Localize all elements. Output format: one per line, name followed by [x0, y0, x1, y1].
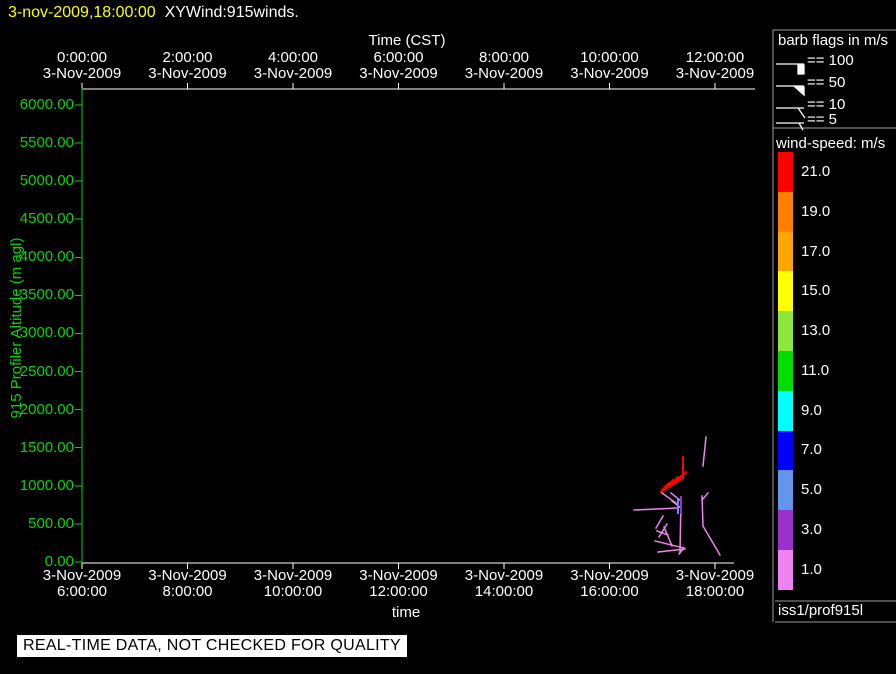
- left-axis-tick: 2000.00: [19, 401, 74, 418]
- colorbar-value: 17.0: [801, 243, 831, 260]
- colorbar-value: 1.0: [801, 561, 822, 578]
- wind-barb-segment: [654, 514, 665, 530]
- data-source-label: iss1/prof915l: [778, 602, 864, 619]
- colorbar-value: 21.0: [801, 163, 831, 180]
- top-axis-tick: 2:00:00 3-Nov-2009: [148, 49, 227, 82]
- barb-legend-label: == 5: [807, 111, 838, 128]
- bottom-axis-tick: 3-Nov-2009 18:00:00: [675, 567, 755, 600]
- colorbar-segment: [778, 510, 793, 550]
- pennant-100-icon: [776, 63, 805, 75]
- top-axis-label: Time (CST): [368, 32, 446, 49]
- colorbar-value: 7.0: [801, 441, 822, 458]
- colorbar-segment: [778, 390, 793, 431]
- wind-barb-segment: [701, 495, 722, 557]
- left-axis-tick: 5500.00: [19, 134, 74, 151]
- top-axis-tick: 8:00:00 3-Nov-2009: [464, 49, 544, 82]
- pennant-50-icon: [776, 85, 805, 97]
- title-bar: 3-nov-2009,18:00:00 XYWind:915winds.: [8, 4, 299, 22]
- left-axis-tick: 500.00: [28, 515, 74, 532]
- left-axis-tick: 2500.00: [19, 363, 74, 380]
- colorbar-title: wind-speed: m/s: [776, 135, 886, 152]
- barb-5-icon: [776, 122, 804, 131]
- colorbar-value: 11.0: [801, 362, 830, 379]
- barb-legend-title: barb flags in m/s: [778, 32, 889, 49]
- colorbar-segment: [778, 231, 793, 272]
- top-axis-tick: 12:00:00 3-Nov-2009: [675, 49, 755, 82]
- barb-10-icon: [776, 107, 806, 119]
- left-axis-tick: 6000.00: [19, 96, 74, 113]
- colorbar-segment: [778, 271, 793, 312]
- altitude-axis: [75, 88, 83, 563]
- colorbar-value: 19.0: [801, 203, 831, 220]
- bottom-axis-tick: 3-Nov-2009 14:00:00: [464, 567, 544, 600]
- colorbar-value: 3.0: [801, 521, 822, 538]
- colorbar-segment: [778, 350, 793, 391]
- wind-barb-segment: [670, 499, 683, 510]
- bottom-axis-tick: 3-Nov-2009 10:00:00: [253, 567, 333, 600]
- wind-barb-segment: [633, 507, 678, 511]
- colorbar-value: 13.0: [801, 322, 831, 339]
- time-axes: [81, 83, 755, 569]
- bottom-axis-tick: 3-Nov-2009 6:00:00: [42, 567, 122, 600]
- wind-barbs-1.0: [633, 436, 722, 557]
- colorbar-segment: [778, 470, 793, 511]
- colorbar-segment: [778, 311, 793, 351]
- wind-barb-segment: [702, 436, 707, 467]
- bottom-axis-tick: 3-Nov-2009 16:00:00: [570, 567, 649, 600]
- wind-barb-segment: [700, 491, 710, 502]
- xywind-window: 3-nov-2009,18:00:00 XYWind:915winds. Tim…: [0, 0, 896, 674]
- top-axis-tick: 4:00:00 3-Nov-2009: [253, 49, 333, 82]
- top-axis-tick: 6:00:00 3-Nov-2009: [359, 49, 438, 82]
- bottom-axis-label: time: [391, 604, 421, 621]
- barb-legend-label: == 100: [807, 52, 854, 69]
- top-axis-tick: 0:00:00 3-Nov-2009: [42, 49, 122, 82]
- colorbar-segment: [778, 191, 793, 232]
- colorbar-value: 15.0: [801, 282, 831, 299]
- colorbar-value: 9.0: [801, 402, 822, 419]
- left-axis-tick: 1000.00: [19, 477, 74, 494]
- colorbar-value: 5.0: [801, 481, 822, 498]
- colorbar-segment: [778, 152, 793, 192]
- left-axis-tick: 5000.00: [19, 172, 74, 189]
- colorbar: [778, 152, 793, 590]
- colorbar-segment: [778, 549, 793, 590]
- plot-canvas[interactable]: [0, 0, 896, 674]
- left-axis-tick: 3500.00: [19, 286, 74, 303]
- left-axis-tick: 3000.00: [19, 324, 74, 341]
- colorbar-segment: [778, 430, 793, 471]
- quality-disclaimer[interactable]: REAL-TIME DATA, NOT CHECKED FOR QUALITY: [17, 635, 407, 657]
- bottom-axis-tick: 3-Nov-2009 8:00:00: [148, 567, 227, 600]
- wind-barbs-21.0: [659, 456, 688, 494]
- bottom-axis-tick: 3-Nov-2009 12:00:00: [359, 567, 438, 600]
- left-axis-label: 915 Profiler Altitude (m agl): [8, 237, 25, 419]
- top-axis-tick: 10:00:00 3-Nov-2009: [570, 49, 649, 82]
- title-plot-name: XYWind:915winds.: [164, 4, 299, 21]
- left-axis-tick: 4500.00: [19, 210, 74, 227]
- left-axis-tick: 4000.00: [19, 248, 74, 265]
- barb-legend-label: == 50: [807, 74, 846, 91]
- left-axis-tick: 1500.00: [19, 439, 74, 456]
- title-timestamp: 3-nov-2009,18:00:00: [8, 4, 156, 21]
